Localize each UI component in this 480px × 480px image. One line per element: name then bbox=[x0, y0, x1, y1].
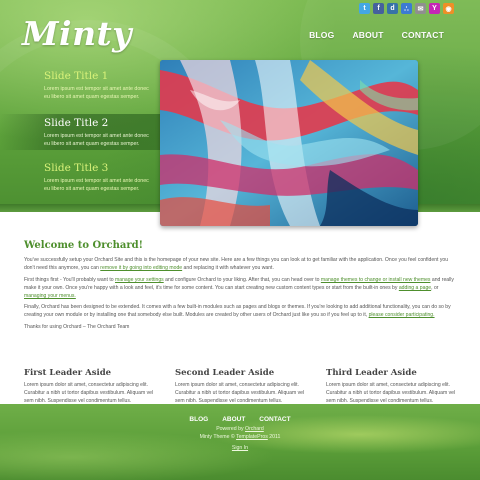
theme-credit-line: Minty Theme © TemplatePros 2011 bbox=[0, 434, 480, 440]
footer-nav: BLOG ABOUT CONTACT bbox=[0, 416, 480, 423]
email-icon[interactable]: ✉ bbox=[415, 3, 426, 14]
consider-participating-link[interactable]: please consider participating. bbox=[369, 312, 435, 318]
rss-icon[interactable]: ◉ bbox=[443, 3, 454, 14]
aside-first: First Leader Aside Lorem ipsum dolor sit… bbox=[24, 368, 154, 406]
aside-title: First Leader Aside bbox=[24, 368, 112, 378]
welcome-paragraph-3: Finally, Orchard has been designed to be… bbox=[24, 304, 456, 320]
facebook-icon[interactable]: f bbox=[373, 3, 384, 14]
aside-title: Second Leader Aside bbox=[175, 368, 275, 378]
manage-settings-link[interactable]: manage your settings bbox=[115, 277, 164, 283]
aside-text: Lorem ipsum dolor sit amet, consectetur … bbox=[24, 382, 154, 404]
digg-icon[interactable]: d bbox=[387, 3, 398, 14]
managing-menus-link[interactable]: managing your menus. bbox=[24, 293, 76, 299]
text: First things first - You'll probably wan… bbox=[24, 276, 116, 283]
aside-second: Second Leader Aside Lorem ipsum dolor si… bbox=[175, 368, 305, 406]
social-icons: t f d ∴ ✉ Y ◉ bbox=[359, 3, 454, 14]
text: , or bbox=[431, 284, 439, 291]
nav-contact[interactable]: CONTACT bbox=[402, 30, 444, 40]
nav-blog[interactable]: BLOG bbox=[309, 30, 334, 40]
welcome-title: Welcome to Orchard! bbox=[24, 240, 143, 251]
site-logo[interactable]: Minty bbox=[22, 14, 132, 53]
footer: BLOG ABOUT CONTACT Powered by Orchard Mi… bbox=[0, 404, 480, 480]
remove-editing-link[interactable]: remove it by going into editing mode bbox=[100, 265, 182, 271]
sign-in-line: Sign In bbox=[0, 445, 480, 451]
yahoo-icon[interactable]: Y bbox=[429, 3, 440, 14]
welcome-paragraph-1: You've successfully setup your Orchard S… bbox=[24, 257, 456, 273]
delicious-icon[interactable]: ∴ bbox=[401, 3, 412, 14]
aside-text: Lorem ipsum dolor sit amet, consectetur … bbox=[326, 382, 456, 404]
welcome-section: Welcome to Orchard! You've successfully … bbox=[24, 240, 456, 336]
powered-prefix: Powered by bbox=[216, 426, 246, 432]
abstract-paint-image bbox=[160, 60, 418, 226]
text: and replacing it with whatever you want. bbox=[182, 264, 274, 271]
manage-themes-link[interactable]: manage themes to change or install new t… bbox=[321, 277, 431, 283]
text: and configure Orchard to your liking. Af… bbox=[163, 276, 321, 283]
welcome-signature: Thanks for using Orchard – The Orchard T… bbox=[24, 324, 130, 331]
footer-nav-contact[interactable]: CONTACT bbox=[259, 416, 290, 423]
theme-prefix: Minty Theme © bbox=[199, 434, 237, 440]
sign-in-link[interactable]: Sign In bbox=[232, 445, 248, 451]
orchard-link[interactable]: Orchard bbox=[245, 426, 264, 432]
powered-by-line: Powered by Orchard bbox=[0, 426, 480, 432]
main-nav: BLOG ABOUT CONTACT bbox=[309, 30, 444, 40]
welcome-paragraph-2: First things first - You'll probably wan… bbox=[24, 277, 456, 301]
templatepros-link[interactable]: TemplatePros bbox=[236, 434, 268, 440]
nav-about[interactable]: ABOUT bbox=[352, 30, 383, 40]
footer-nav-about[interactable]: ABOUT bbox=[222, 416, 245, 423]
aside-title: Third Leader Aside bbox=[326, 368, 417, 378]
aside-text: Lorem ipsum dolor sit amet, consectetur … bbox=[175, 382, 305, 404]
theme-year: 2011 bbox=[267, 434, 281, 440]
adding-page-link[interactable]: adding a page bbox=[399, 285, 431, 291]
twitter-icon[interactable]: t bbox=[359, 3, 370, 14]
aside-third: Third Leader Aside Lorem ipsum dolor sit… bbox=[326, 368, 456, 406]
featured-slide-image[interactable] bbox=[160, 60, 418, 226]
leader-asides: First Leader Aside Lorem ipsum dolor sit… bbox=[24, 368, 456, 406]
footer-nav-blog[interactable]: BLOG bbox=[189, 416, 208, 423]
